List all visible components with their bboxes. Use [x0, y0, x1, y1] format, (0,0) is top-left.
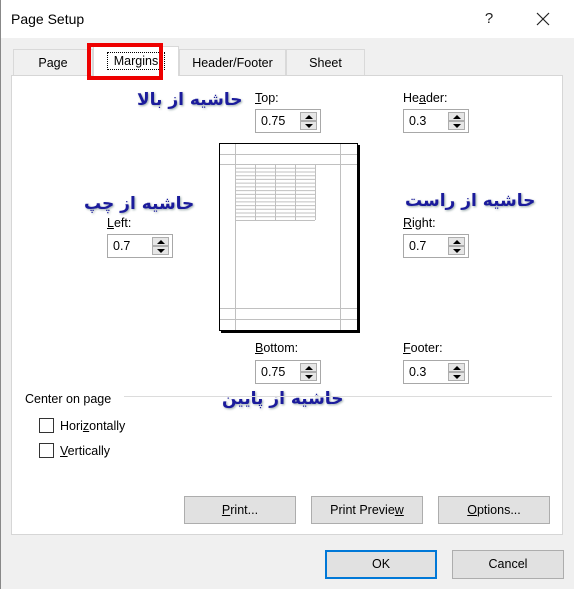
horizontally-checkbox[interactable] [39, 418, 54, 433]
annotation-bottom-persian: حاشیه از پایین [222, 389, 344, 409]
top-spinner[interactable]: 0.75 [255, 109, 321, 133]
header-value[interactable]: 0.3 [409, 114, 426, 128]
bottom-down-icon[interactable] [300, 372, 317, 381]
tab-header-footer[interactable]: Header/Footer [179, 49, 286, 75]
preview-bottom-margin-line [220, 308, 357, 309]
dialog-title: Page Setup [11, 11, 85, 27]
tab-sheet-label: Sheet [309, 56, 342, 70]
preview-right-margin-line [340, 144, 341, 330]
ok-button[interactable]: OK [325, 550, 437, 579]
footer-up-icon[interactable] [448, 363, 465, 372]
left-spinner[interactable]: 0.7 [107, 234, 173, 258]
right-spinner[interactable]: 0.7 [403, 234, 469, 258]
margins-panel: Top: 0.75 Header: 0.3 Left: 0.7 Right: 0… [11, 75, 563, 535]
right-label: Right: [403, 216, 436, 230]
center-on-page-label: Center on page [25, 392, 112, 406]
bottom-spinner[interactable]: 0.75 [255, 360, 321, 384]
left-label: Left: [107, 216, 132, 230]
right-up-icon[interactable] [448, 237, 465, 246]
footer-down-icon[interactable] [448, 372, 465, 381]
top-value[interactable]: 0.75 [261, 114, 285, 128]
footer-value[interactable]: 0.3 [409, 365, 426, 379]
right-down-icon[interactable] [448, 246, 465, 255]
footer-spinner[interactable]: 0.3 [403, 360, 469, 384]
title-bar: Page Setup ? [1, 0, 574, 38]
tab-margins-label: Margins [106, 52, 166, 70]
right-value[interactable]: 0.7 [409, 239, 426, 253]
group-divider [124, 396, 552, 397]
preview-footer-line [220, 319, 357, 320]
preview-header-line [220, 154, 357, 155]
tab-margins[interactable]: Margins [93, 46, 179, 76]
header-spinner[interactable]: 0.3 [403, 109, 469, 133]
tab-sheet[interactable]: Sheet [286, 49, 365, 75]
vertically-label[interactable]: Vertically [60, 444, 110, 458]
annotation-left-persian: حاشیه از چپ [84, 194, 195, 214]
page-preview [219, 143, 358, 331]
footer-label: Footer: [403, 341, 443, 355]
print-preview-button[interactable]: Print Preview [311, 496, 423, 524]
tab-page-label: Page [38, 56, 68, 70]
bottom-up-icon[interactable] [300, 363, 317, 372]
bottom-label: Bottom: [255, 341, 299, 355]
tab-header-footer-label: Header/Footer [192, 56, 273, 70]
preview-table-grid [235, 164, 316, 221]
left-up-icon[interactable] [152, 237, 169, 246]
options-button[interactable]: Options... [438, 496, 550, 524]
left-value[interactable]: 0.7 [113, 239, 130, 253]
header-label: Header: [403, 91, 448, 105]
top-up-icon[interactable] [300, 112, 317, 121]
top-down-icon[interactable] [300, 121, 317, 130]
header-up-icon[interactable] [448, 112, 465, 121]
vertically-checkbox[interactable] [39, 443, 54, 458]
close-button[interactable] [531, 8, 555, 30]
top-label: Top: [255, 91, 279, 105]
header-down-icon[interactable] [448, 121, 465, 130]
left-down-icon[interactable] [152, 246, 169, 255]
bottom-value[interactable]: 0.75 [261, 365, 285, 379]
help-button[interactable]: ? [477, 8, 501, 30]
annotation-right-persian: حاشیه از راست [405, 191, 536, 211]
annotation-top-persian: حاشیه از بالا [137, 90, 243, 110]
tab-page[interactable]: Page [13, 49, 93, 75]
print-button[interactable]: Print... [184, 496, 296, 524]
close-icon [536, 12, 550, 26]
cancel-button[interactable]: Cancel [452, 550, 564, 579]
horizontally-label[interactable]: Horizontally [60, 419, 125, 433]
page-setup-dialog: Page Setup ? Page Margins Header/Footer … [0, 0, 574, 589]
